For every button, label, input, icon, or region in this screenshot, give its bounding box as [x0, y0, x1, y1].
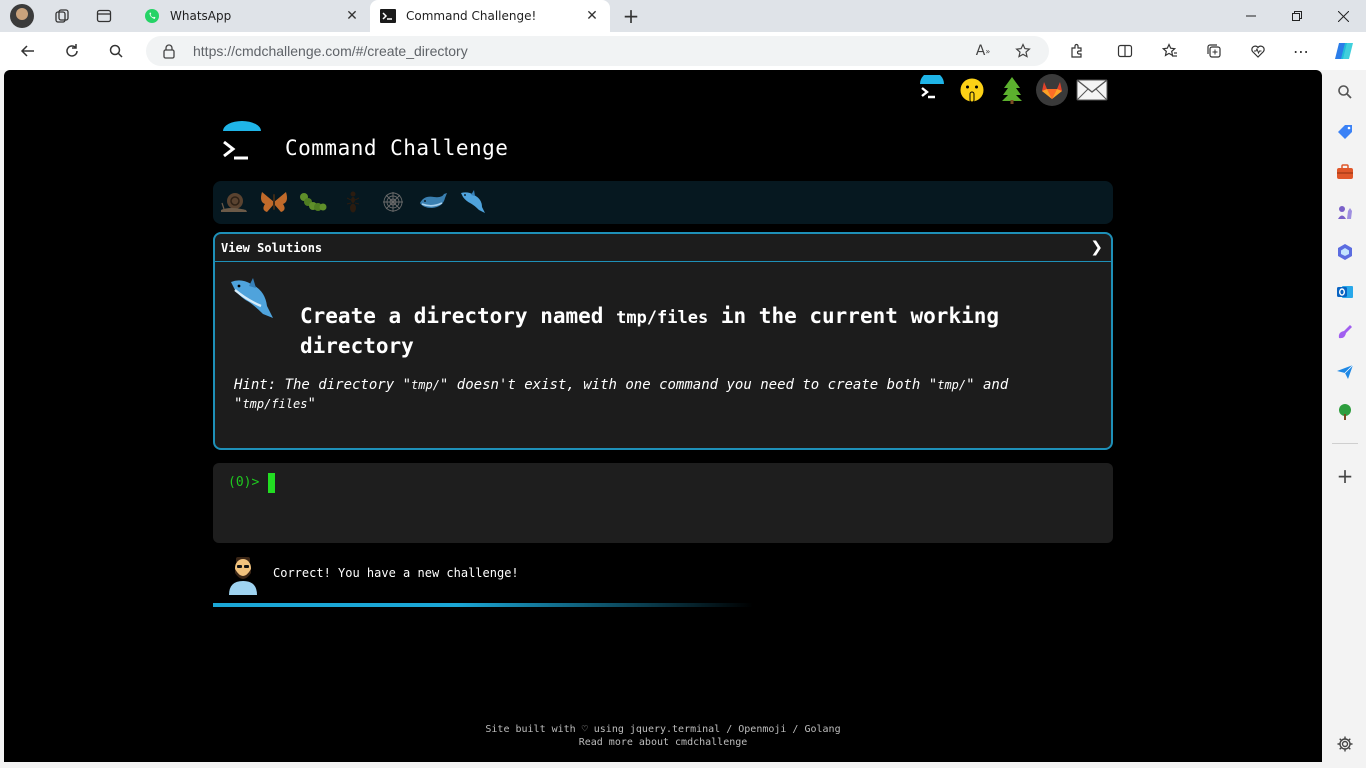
tab-actions-icon[interactable]: [94, 6, 114, 26]
dolphin-icon: [227, 276, 275, 324]
footer-credits: Site built with ♡ using jquery.terminal …: [485, 724, 841, 735]
chevron-right-icon[interactable]: ❯: [1090, 238, 1103, 256]
send-paper-plane-icon[interactable]: [1335, 362, 1355, 382]
refresh-icon[interactable]: [62, 41, 82, 61]
level-bar: [213, 181, 1113, 224]
sidebar-divider: [1332, 443, 1358, 444]
terminal-favicon-icon: [380, 8, 396, 24]
whale-icon[interactable]: [417, 187, 449, 217]
view-solutions-label[interactable]: View Solutions: [221, 241, 322, 255]
challenge-hint: Hint: The directory "tmp/" doesn't exist…: [234, 376, 1054, 414]
browser-essentials-icon[interactable]: [1248, 41, 1268, 61]
challenge-description: Create a directory named tmp/files in th…: [300, 302, 1060, 360]
copilot-icon[interactable]: [1333, 40, 1355, 62]
favorite-star-icon[interactable]: [1014, 42, 1032, 60]
settings-gear-icon[interactable]: [1335, 734, 1355, 754]
extensions-icon[interactable]: [1067, 41, 1087, 61]
spider-web-icon[interactable]: [377, 187, 409, 217]
tab-command-challenge[interactable]: Command Challenge! ✕: [370, 0, 610, 32]
tab-title: Command Challenge!: [406, 9, 537, 23]
profile-avatar[interactable]: [10, 4, 34, 28]
terminal-input-area[interactable]: (0)>: [213, 463, 1113, 543]
hint-code: tmp/files: [242, 397, 308, 411]
microsoft-365-icon[interactable]: [1335, 242, 1355, 262]
tab-strip: WhatsApp ✕ Command Challenge! ✕ +: [0, 0, 1366, 32]
snail-icon[interactable]: [218, 187, 250, 217]
whatsapp-icon: [144, 8, 160, 24]
dolphin-icon[interactable]: [456, 187, 488, 217]
gitlab-fox-icon[interactable]: [1036, 74, 1068, 106]
terminal-prompt: (0)>: [228, 475, 260, 490]
challenge-code: tmp/files: [616, 308, 709, 328]
shushing-face-icon[interactable]: [956, 74, 988, 106]
close-tab-icon[interactable]: ✕: [344, 8, 360, 24]
envelope-icon[interactable]: [1076, 74, 1108, 106]
back-arrow-icon[interactable]: [18, 41, 38, 61]
new-tab-button[interactable]: +: [620, 5, 642, 27]
search-icon[interactable]: [106, 41, 126, 61]
terminal-logo-icon[interactable]: [916, 74, 948, 106]
designer-icon[interactable]: [1335, 322, 1355, 342]
navigation-bar: https://cmdchallenge.com/#/create_direct…: [0, 32, 1366, 70]
hint-prefix: Hint: The directory ": [234, 377, 412, 393]
hint-end: ": [307, 396, 316, 412]
tab-whatsapp[interactable]: WhatsApp ✕: [134, 0, 370, 32]
lock-icon[interactable]: [162, 43, 176, 59]
outlook-icon[interactable]: [1335, 282, 1355, 302]
sidebar-search-icon[interactable]: [1335, 82, 1355, 102]
challenge-text-before: Create a directory named: [300, 304, 604, 328]
tree-icon[interactable]: [1335, 402, 1355, 422]
close-tab-icon[interactable]: ✕: [584, 8, 600, 24]
status-message: Correct! You have a new challenge!: [273, 566, 519, 580]
terminal-cursor[interactable]: [268, 473, 275, 493]
bearded-person-avatar-icon: [226, 553, 260, 595]
close-window-button[interactable]: [1320, 0, 1366, 32]
games-chess-icon[interactable]: [1335, 202, 1355, 222]
view-solutions-toggle[interactable]: View Solutions ❯: [215, 234, 1111, 262]
tab-title: WhatsApp: [170, 9, 232, 23]
page-viewport: Command Challenge View Solutions ❯ Creat…: [4, 70, 1322, 762]
edge-sidebar: +: [1324, 70, 1366, 768]
minimize-button[interactable]: [1228, 0, 1274, 32]
hint-code: tmp/: [937, 378, 967, 392]
shopping-tag-icon[interactable]: [1335, 122, 1355, 142]
caterpillar-icon[interactable]: [297, 187, 329, 217]
add-sidebar-app-icon[interactable]: +: [1335, 464, 1355, 488]
site-logo-icon[interactable]: [219, 120, 265, 166]
evergreen-tree-icon[interactable]: [996, 74, 1028, 106]
window-bottom-edge: [0, 762, 1324, 768]
address-bar[interactable]: https://cmdchallenge.com/#/create_direct…: [146, 36, 1049, 66]
progress-bar: [213, 603, 753, 607]
challenge-panel: View Solutions ❯ Create a directory name…: [213, 232, 1113, 450]
hint-mid: " doesn't exist, with one command you ne…: [439, 377, 938, 393]
more-options-icon[interactable]: ⋯: [1291, 41, 1311, 61]
read-aloud-icon[interactable]: A»: [974, 42, 992, 60]
workspaces-icon[interactable]: [52, 6, 72, 26]
favorites-icon[interactable]: [1160, 41, 1180, 61]
split-screen-icon[interactable]: [1115, 41, 1135, 61]
footer-read-more-link[interactable]: Read more about cmdchallenge: [4, 737, 1322, 748]
url-text[interactable]: https://cmdchallenge.com/#/create_direct…: [193, 43, 468, 59]
collections-icon[interactable]: [1204, 41, 1224, 61]
tools-briefcase-icon[interactable]: [1335, 162, 1355, 182]
site-title[interactable]: Command Challenge: [285, 136, 508, 160]
hint-code: tmp/: [411, 378, 440, 392]
butterfly-icon[interactable]: [258, 187, 290, 217]
ant-icon[interactable]: [337, 187, 369, 217]
restore-button[interactable]: [1274, 0, 1320, 32]
